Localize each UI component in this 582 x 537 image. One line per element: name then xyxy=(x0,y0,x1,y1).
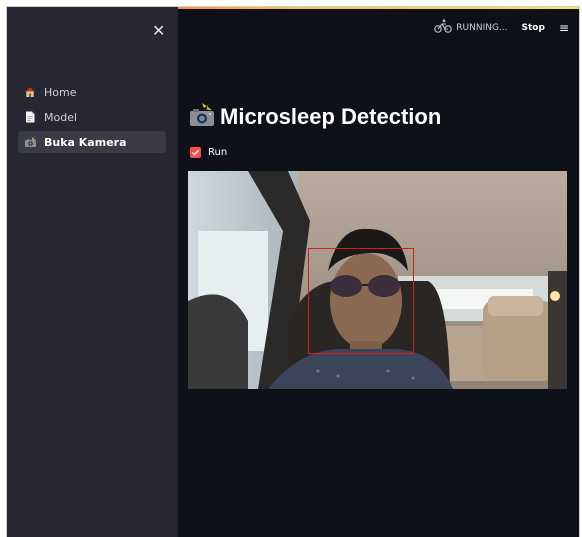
camera-flash-icon xyxy=(23,135,37,149)
status-bar: RUNNING... Stop ≡ xyxy=(434,19,569,36)
sidebar-item-buka-kamera[interactable]: Buka Kamera xyxy=(18,131,166,153)
camera-feed xyxy=(188,171,567,389)
running-indicator: RUNNING... xyxy=(434,19,508,36)
sidebar-item-home[interactable]: Home xyxy=(18,81,166,103)
app-window: ✕ Home Model Buka Kamera RUNNING... Stop… xyxy=(6,6,580,537)
close-sidebar-button[interactable]: ✕ xyxy=(152,21,165,40)
sidebar-nav: Home Model Buka Kamera xyxy=(18,81,166,156)
main-area: RUNNING... Stop ≡ Microsleep Detection R… xyxy=(178,7,579,537)
face-detection-box xyxy=(308,248,414,354)
sidebar-item-label: Home xyxy=(44,85,77,99)
house-icon xyxy=(23,85,37,99)
running-status-text: RUNNING... xyxy=(456,22,508,33)
run-checkbox-label: Run xyxy=(208,147,228,158)
checkmark-icon[interactable] xyxy=(190,147,201,158)
sidebar-item-label: Buka Kamera xyxy=(44,135,127,149)
stop-button[interactable]: Stop xyxy=(522,23,545,33)
page-header: Microsleep Detection xyxy=(188,103,441,131)
sidebar: ✕ Home Model Buka Kamera xyxy=(7,7,178,537)
cyclist-icon xyxy=(434,19,453,36)
page-title: Microsleep Detection xyxy=(220,104,442,129)
hamburger-menu-icon[interactable]: ≡ xyxy=(559,21,569,35)
camera-flash-icon xyxy=(188,103,216,131)
sidebar-item-label: Model xyxy=(44,110,78,124)
sidebar-item-model[interactable]: Model xyxy=(18,106,166,128)
document-icon xyxy=(23,110,37,124)
run-checkbox[interactable]: Run xyxy=(190,147,227,158)
